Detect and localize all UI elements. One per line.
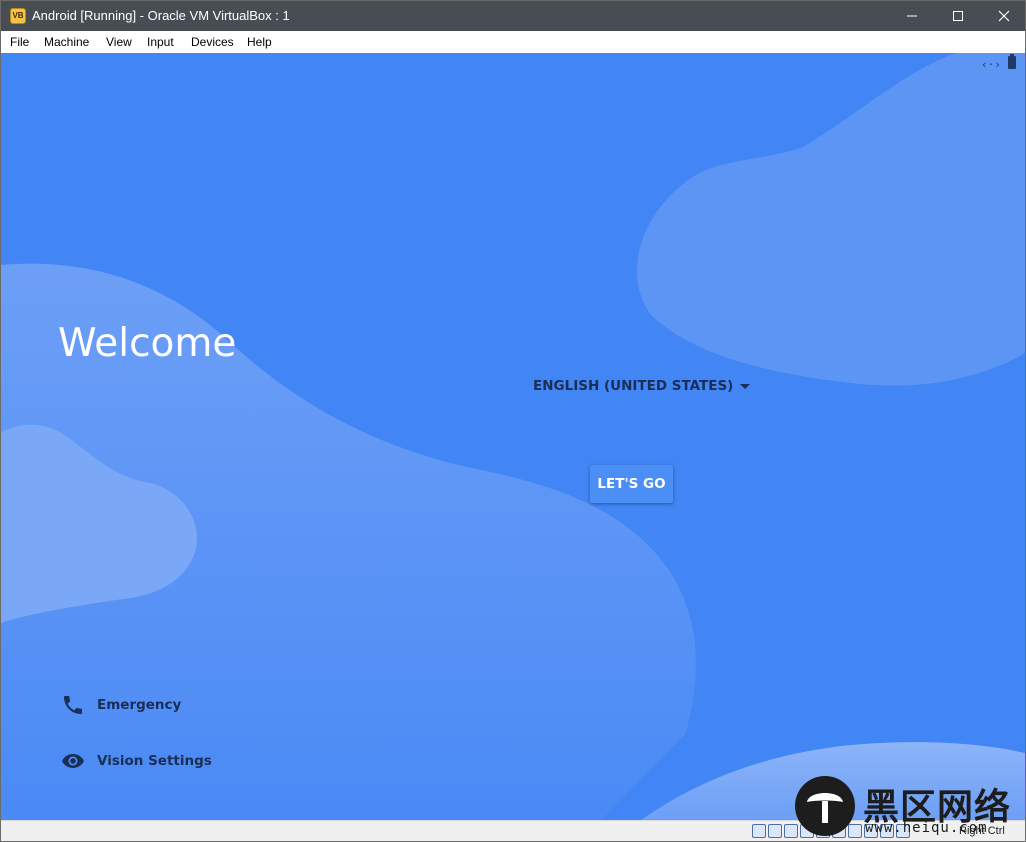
lets-go-button[interactable]: LET'S GO: [590, 465, 673, 503]
menu-view[interactable]: View: [106, 35, 132, 49]
welcome-title: Welcome: [58, 321, 237, 366]
mushroom-icon: [807, 793, 843, 823]
menu-file[interactable]: File: [10, 35, 29, 49]
window-title: Android [Running] - Oracle VM VirtualBox…: [32, 8, 290, 23]
watermark-url: www.heiqu.com: [865, 820, 988, 836]
vision-settings-label: Vision Settings: [97, 753, 212, 769]
virtualbox-window: VB Android [Running] - Oracle VM Virtual…: [0, 0, 1026, 842]
minimize-button[interactable]: [889, 1, 935, 31]
minimize-icon: [907, 15, 917, 17]
language-label: ENGLISH (UNITED STATES): [533, 378, 734, 394]
battery-icon: [1008, 54, 1016, 69]
emergency-label: Emergency: [97, 697, 182, 713]
virtualbox-icon: VB: [10, 8, 26, 24]
code-brackets-icon: ‹·›: [981, 58, 1001, 71]
vision-settings-button[interactable]: Vision Settings: [61, 749, 212, 773]
maximize-button[interactable]: [935, 1, 981, 31]
eye-icon: [62, 754, 84, 768]
maximize-icon: [953, 11, 963, 21]
optical-drive-icon[interactable]: [768, 824, 782, 838]
watermark-logo: [795, 776, 855, 836]
title-bar[interactable]: VB Android [Running] - Oracle VM Virtual…: [1, 1, 1025, 31]
phone-icon: [64, 696, 82, 714]
close-icon: [998, 10, 1010, 22]
menu-devices[interactable]: Devices: [191, 35, 234, 49]
menu-machine[interactable]: Machine: [44, 35, 89, 49]
dropdown-arrow-icon: [740, 383, 751, 389]
emergency-button[interactable]: Emergency: [61, 693, 181, 717]
menu-help[interactable]: Help: [247, 35, 272, 49]
watermark: 黑区网络 www.heiqu.com: [795, 776, 1020, 840]
hard-disk-icon[interactable]: [752, 824, 766, 838]
guest-display[interactable]: ‹·› Welcome ENGLISH (UNITED STATES) LET'…: [1, 53, 1025, 820]
menu-input[interactable]: Input: [147, 35, 174, 49]
menu-bar: File Machine View Input Devices Help: [1, 31, 1025, 53]
language-selector[interactable]: ENGLISH (UNITED STATES): [533, 378, 751, 394]
close-button[interactable]: [981, 1, 1025, 31]
